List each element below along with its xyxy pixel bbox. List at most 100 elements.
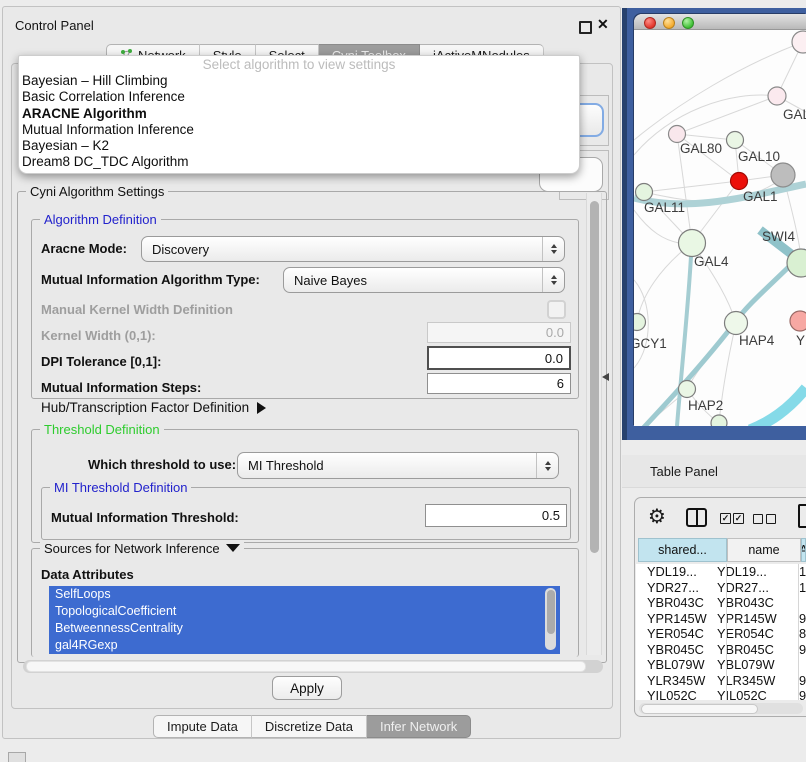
network-node[interactable] bbox=[771, 163, 795, 187]
table-panel-title: Table Panel bbox=[650, 464, 718, 479]
sources-title-text: Sources for Network Inference bbox=[44, 541, 220, 556]
mi-threshold-field[interactable]: 0.5 bbox=[425, 504, 567, 527]
apply-button[interactable]: Apply bbox=[272, 676, 342, 700]
expanded-arrow-icon bbox=[226, 544, 240, 552]
table-cell: YLR345W bbox=[717, 673, 791, 689]
dropdown-items: Bayesian – Hill ClimbingBasic Correlatio… bbox=[19, 73, 579, 171]
table-cell: YER054C bbox=[717, 626, 791, 642]
tab-discretize-data[interactable]: Discretize Data bbox=[252, 715, 367, 738]
data-attributes-label: Data Attributes bbox=[41, 567, 134, 582]
network-node[interactable] bbox=[792, 31, 806, 53]
which-threshold-combobox[interactable]: MI Threshold bbox=[237, 452, 559, 479]
zoom-traffic-light-icon[interactable] bbox=[682, 17, 694, 29]
aracne-mode-combobox[interactable]: Discovery bbox=[141, 236, 565, 262]
settings-hscrollbar-thumb[interactable] bbox=[26, 661, 586, 672]
checked-checkbox-icon[interactable]: ✓ bbox=[733, 513, 744, 524]
dropdown-item-basic-correlation-inference[interactable]: Basic Correlation Inference bbox=[19, 89, 579, 105]
table-header-shared[interactable]: shared... bbox=[638, 538, 727, 562]
network-node-label: HAP2 bbox=[688, 398, 723, 413]
network-node[interactable] bbox=[711, 415, 727, 426]
attribute-item-topologicalcoefficient[interactable]: TopologicalCoefficient bbox=[49, 603, 560, 620]
checked-checkbox-icon[interactable]: ✓ bbox=[720, 513, 731, 524]
network-node-gcy1[interactable] bbox=[634, 314, 646, 331]
table-hscrollbar-thumb[interactable] bbox=[641, 704, 758, 714]
network-graph[interactable]: GALGAL80GAL10GAL1GAL11GAL4SWI4GCY1HAP4YH… bbox=[634, 30, 806, 426]
table-row[interactable]: YBR043CYBR043C bbox=[636, 595, 806, 611]
close-icon[interactable]: ✕ bbox=[597, 16, 609, 33]
table-row[interactable]: YDR27...YDR27...12 bbox=[636, 580, 806, 596]
table-row[interactable]: YDL19...YDL19...13 bbox=[636, 564, 806, 580]
canvas-left-edge bbox=[622, 8, 627, 440]
dropdown-item-bayesian-k2[interactable]: Bayesian – K2 bbox=[19, 138, 579, 154]
dpi-tolerance-field[interactable]: 0.0 bbox=[427, 346, 571, 370]
collapsed-arrow-icon bbox=[257, 402, 266, 414]
network-node-label: GAL bbox=[783, 107, 806, 122]
table-horizontal-scrollbar[interactable] bbox=[639, 703, 803, 714]
table-cell: YIL052C bbox=[717, 688, 791, 700]
network-node-hap2[interactable] bbox=[679, 381, 696, 398]
column-divider bbox=[726, 564, 727, 700]
table-cell: 9 bbox=[799, 688, 806, 700]
mi-threshold-definition-title: MI Threshold Definition bbox=[50, 480, 191, 495]
network-window-titlebar[interactable] bbox=[634, 14, 806, 30]
table-cell: 8. bbox=[799, 626, 806, 642]
mi-steps-field[interactable]: 6 bbox=[427, 373, 571, 394]
mouse-cursor bbox=[602, 373, 609, 381]
network-node-hap4[interactable] bbox=[725, 312, 748, 335]
table-cell: 9. bbox=[799, 642, 806, 658]
attributes-list-scrollbar[interactable] bbox=[545, 588, 556, 650]
dropdown-item-aracne-algorithm[interactable]: ARACNE Algorithm bbox=[19, 106, 579, 122]
kernel-width-field[interactable]: 0.0 bbox=[427, 322, 571, 343]
attributes-scrollbar-thumb[interactable] bbox=[547, 590, 555, 634]
table-row[interactable]: YPR145WYPR145W9. bbox=[636, 611, 806, 627]
hub-section-header[interactable]: Hub/Transcription Factor Definition bbox=[41, 400, 266, 415]
dropdown-item-bayesian-hill-climbing[interactable]: Bayesian – Hill Climbing bbox=[19, 73, 579, 89]
resize-grip[interactable] bbox=[8, 752, 26, 762]
network-node-gal80[interactable] bbox=[669, 126, 686, 143]
close-traffic-light-icon[interactable] bbox=[644, 17, 656, 29]
sources-group-title[interactable]: Sources for Network Inference bbox=[40, 541, 244, 556]
settings-horizontal-scrollbar[interactable] bbox=[23, 660, 603, 673]
minimize-traffic-light-icon[interactable] bbox=[663, 17, 675, 29]
table-row[interactable]: YBR045CYBR045C9. bbox=[636, 642, 806, 658]
network-node-label: GCY1 bbox=[634, 336, 667, 351]
attribute-item-betweennesscentrality[interactable]: BetweennessCentrality bbox=[49, 620, 560, 637]
table-cell: YBR043C bbox=[717, 595, 791, 611]
column-divider bbox=[798, 564, 799, 700]
network-node-gal10[interactable] bbox=[727, 132, 744, 149]
control-panel-title: Control Panel bbox=[15, 18, 94, 33]
table-row[interactable]: YIL052CYIL052C9 bbox=[636, 688, 806, 700]
network-node-label: GAL80 bbox=[680, 141, 722, 156]
network-node-gal4[interactable] bbox=[679, 230, 706, 257]
network-node-gal1[interactable] bbox=[731, 173, 748, 190]
manual-kernel-label: Manual Kernel Width Definition bbox=[41, 302, 233, 317]
manual-kernel-checkbox[interactable] bbox=[547, 300, 566, 319]
settings-scrollbar-thumb[interactable] bbox=[590, 201, 599, 553]
tab-infer-network[interactable]: Infer Network bbox=[367, 715, 471, 738]
unchecked-checkbox-icon[interactable] bbox=[766, 514, 776, 524]
table-row[interactable]: YLR345WYLR345W9. bbox=[636, 673, 806, 689]
unchecked-checkbox-icon[interactable] bbox=[753, 514, 763, 524]
settings-vertical-scrollbar[interactable] bbox=[586, 193, 602, 655]
dropdown-item-dream8-dc-tdc-algorithm[interactable]: Dream8 DC_TDC Algorithm bbox=[19, 154, 579, 170]
network-node-gal[interactable] bbox=[768, 87, 786, 105]
settings-group-title: Cyni Algorithm Settings bbox=[26, 184, 168, 199]
mi-type-combobox[interactable]: Naive Bayes bbox=[283, 267, 565, 293]
network-node-label: GAL1 bbox=[743, 189, 778, 204]
network-node-gal11[interactable] bbox=[636, 184, 653, 201]
float-window-icon[interactable] bbox=[579, 21, 592, 34]
table-row[interactable]: YER054CYER054C8. bbox=[636, 626, 806, 642]
document-icon[interactable] bbox=[798, 504, 806, 528]
attribute-item-selfloops[interactable]: SelfLoops bbox=[49, 586, 560, 603]
gear-icon[interactable]: ⚙ bbox=[648, 504, 666, 528]
network-node-y[interactable] bbox=[790, 311, 806, 331]
tab-impute-data[interactable]: Impute Data bbox=[153, 715, 252, 738]
table-header-name[interactable]: name bbox=[727, 538, 801, 562]
dropdown-item-mutual-information-inference[interactable]: Mutual Information Inference bbox=[19, 122, 579, 138]
table-header-third[interactable]: A bbox=[801, 538, 806, 562]
table-row[interactable]: YBL079WYBL079W bbox=[636, 657, 806, 673]
attribute-item-gal4rgexp[interactable]: gal4RGexp bbox=[49, 637, 560, 654]
aracne-mode-label: Aracne Mode: bbox=[41, 241, 127, 256]
split-columns-icon[interactable] bbox=[686, 508, 707, 527]
data-attributes-list[interactable]: SelfLoopsTopologicalCoefficientBetweenne… bbox=[49, 586, 560, 654]
